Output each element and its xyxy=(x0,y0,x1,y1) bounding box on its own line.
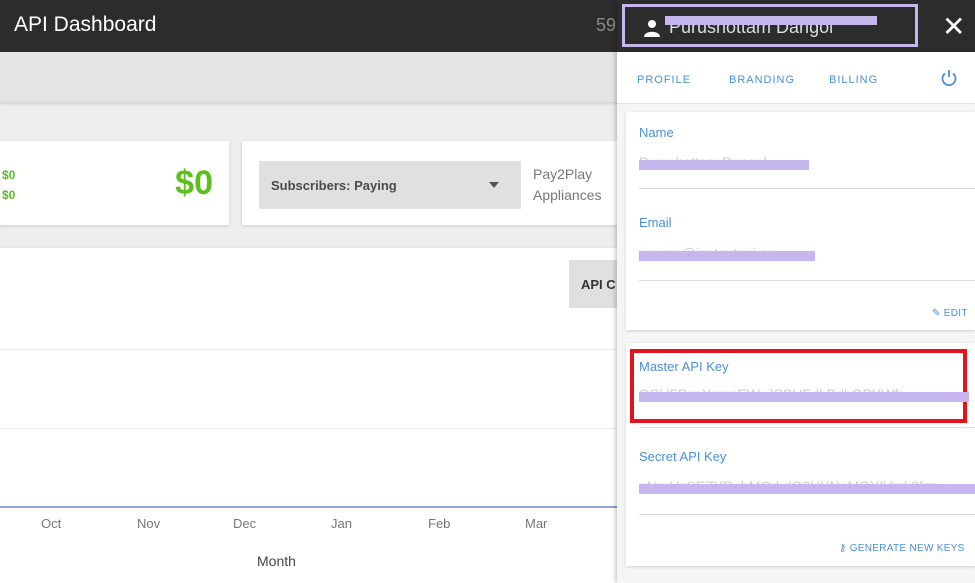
x-tick-label: Mar xyxy=(525,516,548,531)
name-field[interactable]: Purushottam Dangol xyxy=(639,154,939,174)
redaction-bar xyxy=(639,392,969,402)
subscribers-card: Subscribers: Paying Pay2Play Appliances xyxy=(242,141,632,225)
master-key-field[interactable]: QSUFPspYqmgEWyJSBUFdLBdhQPYWfr xyxy=(639,386,969,406)
panel-tabs: PROFILE BRANDING BILLING xyxy=(617,52,975,104)
divider xyxy=(639,514,975,515)
revenue-line-2: $0 xyxy=(2,188,16,202)
x-tick-label: Feb xyxy=(428,516,451,531)
panel-header: Purushottam Dangol ✕ xyxy=(617,0,975,52)
close-icon[interactable]: ✕ xyxy=(942,10,965,43)
edit-button[interactable]: ✎ EDIT xyxy=(932,308,968,319)
x-tick-label: Oct xyxy=(41,516,62,531)
toolbar xyxy=(0,52,620,102)
revenue-line-1: $0 xyxy=(2,168,16,182)
email-label: Email xyxy=(639,215,672,230)
revenue-total: $0 xyxy=(175,164,213,202)
chart-card: API C Oct Nov Dec Jan Feb Mar Month xyxy=(0,248,640,583)
grid-line xyxy=(0,349,640,350)
revenue-card: $0 $0 $0 xyxy=(0,141,229,225)
redaction-bar xyxy=(639,160,809,170)
header-number: 59 xyxy=(596,15,617,35)
plan-name-line-1: Pay2Play xyxy=(533,166,593,182)
redaction-bar xyxy=(639,251,815,261)
x-axis-title: Month xyxy=(257,553,296,569)
redaction-bar xyxy=(665,16,877,25)
generate-keys-button[interactable]: ⚷ GENERATE NEW KEYS xyxy=(839,543,965,554)
api-keys-card: Master API Key QSUFPspYqmgEWyJSBUFdLBdhQ… xyxy=(626,343,975,566)
generate-keys-label: GENERATE NEW KEYS xyxy=(849,543,965,554)
user-icon xyxy=(643,19,661,42)
key-icon: ⚷ xyxy=(839,543,847,554)
divider xyxy=(639,280,975,281)
secret-key-label: Secret API Key xyxy=(639,449,727,464)
master-key-label: Master API Key xyxy=(639,359,729,374)
email-field[interactable]: purusp@instantapi.co xyxy=(639,245,939,265)
x-tick-label: Nov xyxy=(137,516,161,531)
redaction-bar xyxy=(639,484,975,494)
x-axis-line xyxy=(0,506,640,508)
tab-branding[interactable]: BRANDING xyxy=(729,74,795,86)
x-tick-label: Jan xyxy=(331,516,352,531)
subscribers-select[interactable]: Subscribers: Paying xyxy=(259,161,521,209)
edit-label: EDIT xyxy=(943,308,968,319)
account-panel: Purushottam Dangol ✕ PROFILE BRANDING BI… xyxy=(617,0,975,583)
tab-profile[interactable]: PROFILE xyxy=(637,74,691,86)
app-title: API Dashboard xyxy=(14,13,157,36)
x-tick-label: Dec xyxy=(233,516,257,531)
divider xyxy=(639,427,975,428)
grid-line xyxy=(0,428,640,429)
subscribers-select-value: Subscribers: Paying xyxy=(271,178,397,193)
power-icon[interactable] xyxy=(940,69,958,92)
secret-key-field[interactable]: gNruUxSEZYRebMQrhdQ0UYNoMOYIVmk8fzz xyxy=(639,478,975,498)
user-header: Purushottam Dangol xyxy=(622,4,918,47)
edit-icon: ✎ xyxy=(932,308,941,319)
profile-card: Name Purushottam Dangol Email purusp@ins… xyxy=(626,112,975,330)
divider xyxy=(639,188,975,189)
tab-billing[interactable]: BILLING xyxy=(829,74,878,86)
chevron-down-icon xyxy=(489,182,499,188)
plan-name-line-2: Appliances xyxy=(533,187,602,203)
name-label: Name xyxy=(639,125,674,140)
